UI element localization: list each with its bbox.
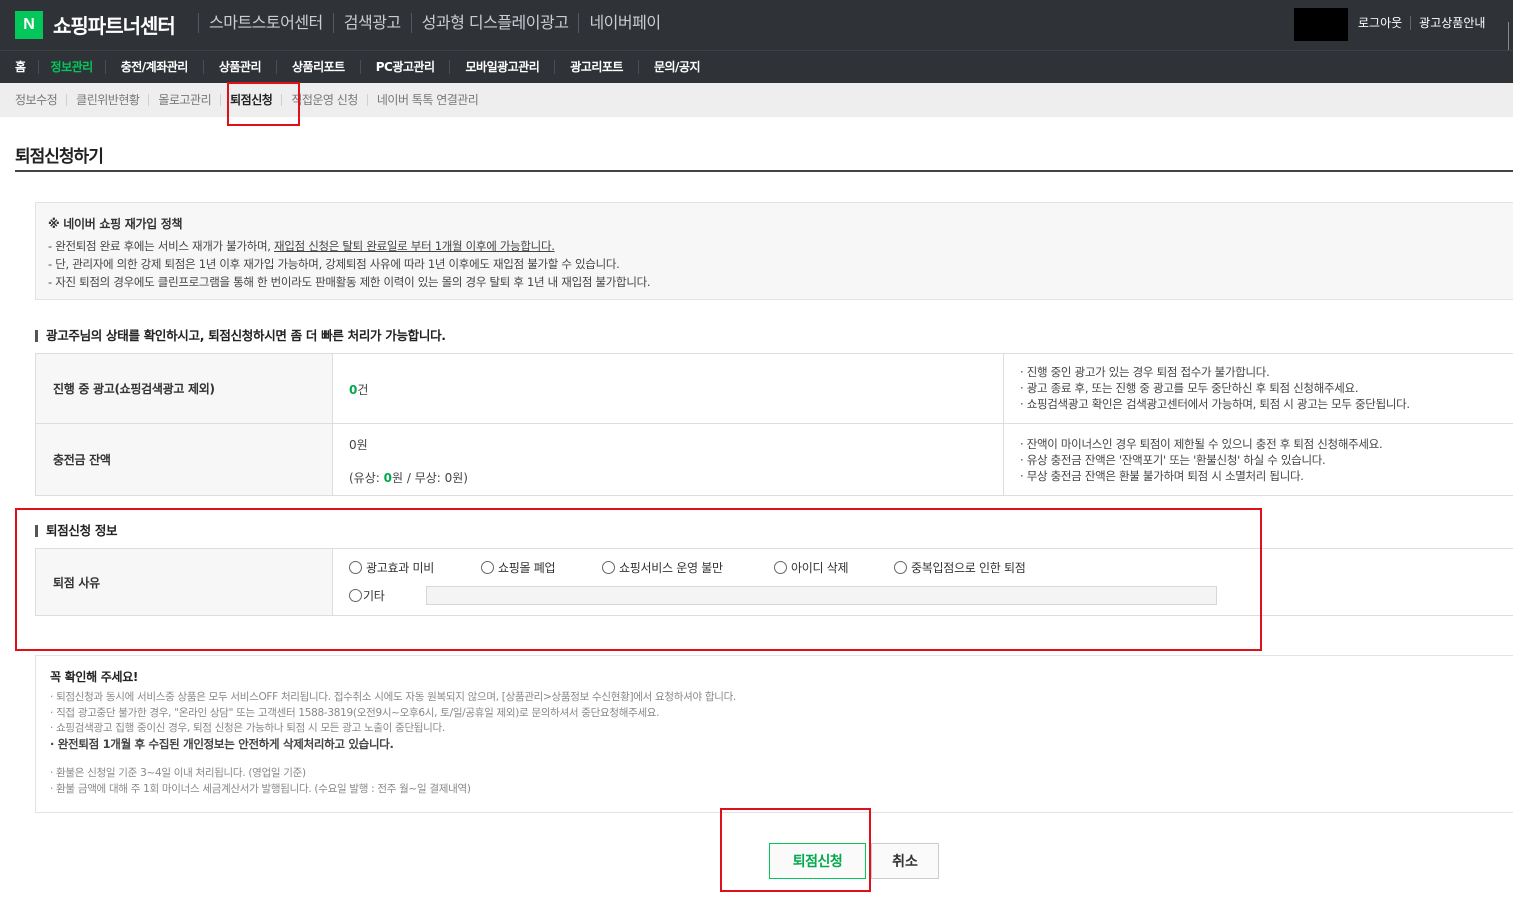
notice-line-2: · 직접 광고중단 불가한 경우, "온라인 상담" 또는 고객센터 1588-… [50,706,660,719]
balance-value: 0원 (유상: 0원 / 무상: 0원) [333,424,1003,495]
sub-mall-logo[interactable]: 몰로고관리 [148,94,220,106]
reason-option-ad-ineffective[interactable]: 광고효과 미비 [349,559,481,576]
balance-label: 충전금 잔액 [35,424,333,495]
balance-breakdown: (유상: 0원 / 무상: 0원) [349,469,1003,486]
scrollbar[interactable] [1508,22,1513,50]
reason-option-label: 쇼핑몰 폐업 [498,561,556,575]
reason-option-label: 중복입점으로 인한 퇴점 [911,561,1026,575]
menu-mobile-ads[interactable]: 모바일광고관리 [449,60,554,74]
policy-heading: ※ 네이버 쇼핑 재가입 정책 [48,217,183,231]
balance-paid-prefix: (유상: [349,471,384,485]
status-table: 진행 중 광고(쇼핑검색광고 제외) 0건 · 진행 중인 광고가 있는 경우 … [35,353,1513,496]
menu-home[interactable]: 홈 [3,60,38,74]
etc-reason-input[interactable] [426,586,1217,605]
top-links: 로그아웃 광고상품안내 [1350,16,1493,30]
withdraw-submit-button[interactable]: 퇴점신청 [769,843,866,879]
policy-line-1: - 완전퇴점 완료 후에는 서비스 재개가 불가하며, 재입점 신청은 탈퇴 완… [48,237,1501,255]
page-title: 퇴점신청하기 [15,147,104,167]
reason-section-title: 퇴점신청 정보 [35,524,118,537]
title-divider [15,170,1513,172]
top-nav: 스마트스토어센터 검색광고 성과형 디스플레이광고 네이버페이 [198,13,671,33]
logout-link[interactable]: 로그아웃 [1350,16,1410,30]
balance-note-3: · 무상 충전금 잔액은 환불 불가하며 퇴점 시 소멸처리 됩니다. [1020,469,1304,483]
sub-menu: 정보수정 클린위반현황 몰로고관리 퇴점신청 직접운영 신청 네이버 톡톡 연결… [0,83,1513,117]
reason-label: 퇴점 사유 [35,549,333,615]
policy-line-1-underlined: 재입점 신청은 탈퇴 완료일로 부터 1개월 이후에 가능합니다. [274,239,555,253]
reason-option-label: 기타 [363,589,385,603]
radio-icon[interactable] [774,561,787,574]
reason-option-service-complaint[interactable]: 쇼핑서비스 운영 불만 [602,559,774,576]
top-bar: N 쇼핑파트너센터 스마트스토어센터 검색광고 성과형 디스플레이광고 네이버페… [0,0,1513,50]
menu-ad-report[interactable]: 광고리포트 [554,60,638,74]
ads-note-1: · 진행 중인 광고가 있는 경우 퇴점 접수가 불가합니다. [1020,365,1270,379]
balance-notes: · 잔액이 마이너스인 경우 퇴점이 제한될 수 있으니 충전 후 퇴점 신청해… [1003,424,1513,495]
menu-info-management[interactable]: 정보관리 [37,60,105,74]
policy-line-2: - 단, 관리자에 의한 강제 퇴점은 1년 이후 재가입 가능하며, 강제퇴점… [48,257,620,271]
balance-row: 충전금 잔액 0원 (유상: 0원 / 무상: 0원) · 잔액이 마이너스인 … [35,424,1513,496]
reason-option-etc[interactable]: 기타 [349,587,385,604]
notice-heading: 꼭 확인해 주세요! [50,670,139,684]
balance-note-1: · 잔액이 마이너스인 경우 퇴점이 제한될 수 있으니 충전 후 퇴점 신청해… [1020,437,1383,451]
ads-label: 진행 중 광고(쇼핑검색광고 제외) [35,354,333,423]
menu-charge-account[interactable]: 충전/계좌관리 [104,60,203,74]
brand-title[interactable]: 쇼핑파트너센터 [53,10,176,39]
ads-row: 진행 중 광고(쇼핑검색광고 제외) 0건 · 진행 중인 광고가 있는 경우 … [35,354,1513,424]
balance-paid-value: 0 [383,471,392,485]
sub-direct-operation[interactable]: 직접운영 신청 [281,94,367,106]
ads-value: 0건 [333,354,1003,423]
reason-option-label: 쇼핑서비스 운영 불만 [619,561,723,575]
reason-option-delete-id[interactable]: 아이디 삭제 [774,559,894,576]
status-section-title: 광고주님의 상태를 확인하시고, 퇴점신청하시면 좀 더 빠른 처리가 가능합니… [35,329,446,342]
balance-note-2: · 유상 충전금 잔액은 '잔액포기' 또는 '환불신청' 하실 수 있습니다. [1020,453,1326,467]
policy-line-1-text: - 완전퇴점 완료 후에는 서비스 재개가 불가하며, [48,239,275,253]
sub-withdraw-request[interactable]: 퇴점신청 [220,94,281,106]
top-nav-search-ads[interactable]: 검색광고 [332,13,411,33]
menu-inquiry-notice[interactable]: 문의/공지 [637,60,715,74]
policy-line-3: - 자진 퇴점의 경우에도 클린프로그램을 통해 한 번이라도 판매활동 제한 … [48,275,651,289]
balance-total: 0원 [349,438,368,452]
top-nav-display-ads[interactable]: 성과형 디스플레이광고 [410,13,579,33]
user-name-redacted [1294,8,1348,41]
radio-icon[interactable] [349,561,362,574]
ad-products-link[interactable]: 광고상품안내 [1410,16,1493,30]
notice-line-3: · 쇼핑검색광고 집행 중이신 경우, 퇴점 신청은 가능하나 퇴점 시 모든 … [50,722,445,734]
naver-logo-icon[interactable]: N [15,11,43,39]
ads-notes: · 진행 중인 광고가 있는 경우 퇴점 접수가 불가합니다. · 광고 종료 … [1003,354,1513,423]
ads-unit: 건 [357,383,369,397]
reason-option-label: 아이디 삭제 [791,561,849,575]
balance-paid-suffix: 원 / 무상: 0원) [391,471,468,485]
sub-clean-violation[interactable]: 클린위반현황 [66,94,148,106]
top-nav-smartstore[interactable]: 스마트스토어센터 [198,13,333,33]
reason-row: 퇴점 사유 광고효과 미비 쇼핑몰 폐업 쇼핑서비스 운영 불만 아이디 삭제 … [35,548,1513,616]
reason-option-duplicate-store[interactable]: 중복입점으로 인한 퇴점 [894,559,1026,576]
ads-note-3: · 쇼핑검색광고 확인은 검색광고센터에서 가능하며, 퇴점 시 광고는 모두 … [1020,397,1410,411]
sub-talktalk-link[interactable]: 네이버 톡톡 연결관리 [366,94,488,106]
rejoin-policy-box: ※ 네이버 쇼핑 재가입 정책 - 완전퇴점 완료 후에는 서비스 재개가 불가… [35,202,1513,300]
radio-icon[interactable] [349,589,362,602]
reason-options: 광고효과 미비 쇼핑몰 폐업 쇼핑서비스 운영 불만 아이디 삭제 중복입점으로… [349,559,1026,576]
ads-note-2: · 광고 종료 후, 또는 진행 중 광고를 모두 중단하신 후 퇴점 신청해주… [1020,381,1359,395]
notice-refund-line-2: · 환불 금액에 대해 주 1회 마이너스 세금계산서가 발행됩니다. (수요일… [50,782,471,795]
reason-option-label: 광고효과 미비 [366,561,434,575]
menu-product-management[interactable]: 상품관리 [202,60,276,74]
notice-box: 꼭 확인해 주세요! · 퇴점신청과 동시에 서비스중 상품은 모두 서비스OF… [35,655,1513,813]
radio-icon[interactable] [481,561,494,574]
sub-edit-info[interactable]: 정보수정 [6,94,66,106]
notice-refund-line-1: · 환불은 신청일 기준 3~4일 이내 처리됩니다. (영업일 기준) [50,767,306,779]
radio-icon[interactable] [894,561,907,574]
reason-option-mall-closed[interactable]: 쇼핑몰 폐업 [481,559,602,576]
cancel-button[interactable]: 취소 [871,843,939,879]
menu-product-report[interactable]: 상품리포트 [276,60,360,74]
radio-icon[interactable] [602,561,615,574]
top-nav-naverpay[interactable]: 네이버페이 [578,13,670,33]
main-menu: 홈 정보관리 충전/계좌관리 상품관리 상품리포트 PC광고관리 모바일광고관리… [0,50,1513,83]
menu-pc-ads[interactable]: PC광고관리 [359,60,450,74]
notice-bold-line: · 완전퇴점 1개월 후 수집된 개인정보는 안전하게 삭제처리하고 있습니다. [50,736,394,751]
notice-line-1: · 퇴점신청과 동시에 서비스중 상품은 모두 서비스OFF 처리됩니다. 접수… [50,691,736,703]
